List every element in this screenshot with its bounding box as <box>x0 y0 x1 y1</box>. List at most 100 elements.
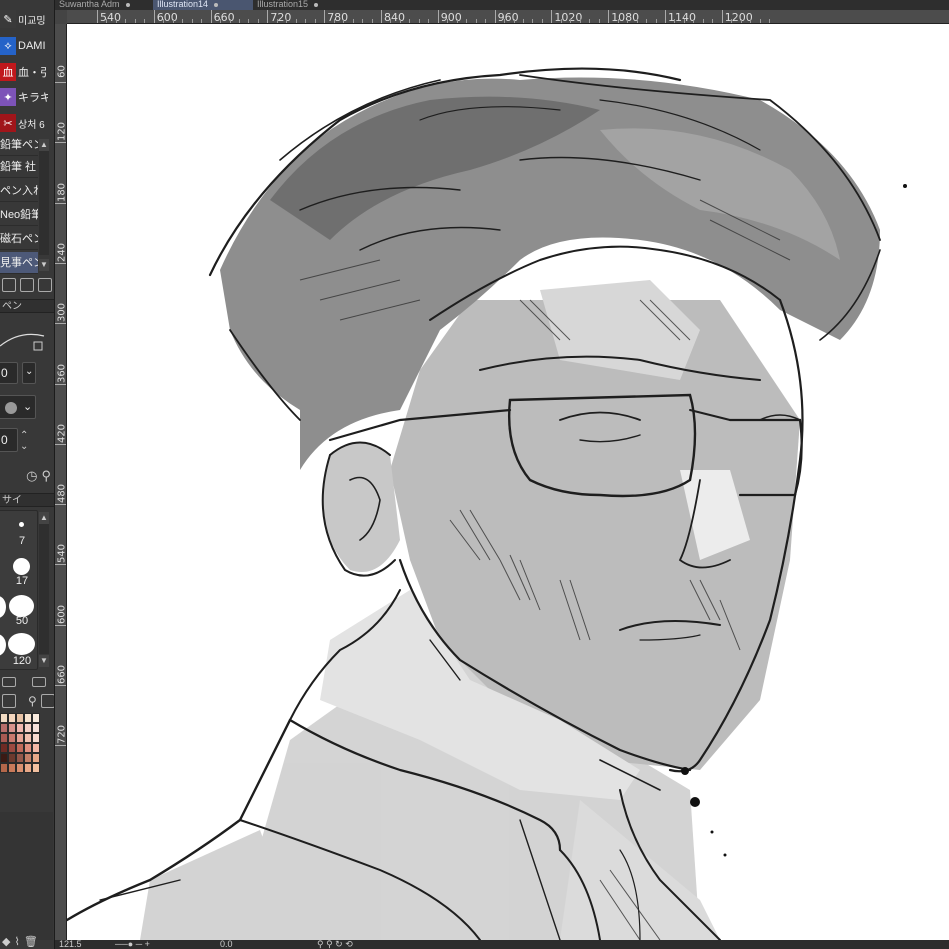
zoom-slider[interactable]: ──● ─ + <box>115 940 150 949</box>
fill-icon[interactable]: ◆ <box>2 935 10 948</box>
ruler-minor-tick <box>144 19 146 23</box>
palette-swatch[interactable] <box>16 743 24 753</box>
subtool-item-3[interactable]: ✦ キラキ <box>0 86 48 108</box>
size-preset-dot[interactable] <box>19 522 24 527</box>
document-tabbar: Suwantha Adm Illustration14 Illustration… <box>55 0 949 10</box>
ruler-tick <box>665 10 666 23</box>
palette-swatch[interactable] <box>24 713 32 723</box>
close-icon[interactable] <box>314 2 319 7</box>
brush-item-5[interactable]: 見事ペン <box>0 252 38 274</box>
palette-swatch[interactable] <box>24 763 32 773</box>
size-scrollbar[interactable] <box>39 524 49 654</box>
brush-item-4[interactable]: 磁石ペン <box>0 228 38 250</box>
tab-1[interactable]: Illustration14 <box>153 0 253 10</box>
ruler-tick <box>608 10 610 23</box>
palette-swatch[interactable] <box>0 743 8 753</box>
brush-scroll-down[interactable]: ▼ <box>39 259 49 271</box>
brush-scrollbar[interactable] <box>39 151 49 255</box>
subtool-item-2[interactable]: 血 血・引 <box>0 61 48 83</box>
wrench-icon[interactable]: ⚲ <box>28 694 37 708</box>
palette-swatch[interactable] <box>16 713 24 723</box>
color-tab-icon[interactable] <box>32 677 46 687</box>
zoom-readout[interactable]: 121.5 <box>59 940 82 949</box>
tab-2[interactable]: Illustration15 <box>253 0 353 10</box>
ruler-horizontal[interactable]: 540 600 660 720 780 840 900 960 1020 1080 1140 1200 <box>67 10 949 24</box>
subtool-item-4[interactable]: ✂ 상처 6 <box>0 112 48 134</box>
palette-swatch[interactable] <box>32 763 40 773</box>
duplicate-brush-icon[interactable] <box>20 278 34 292</box>
ruler-vertical[interactable]: 60 120 180 240 300 360 420 480 540 600 660 720 <box>55 24 67 940</box>
brush-item-3[interactable]: Neo鉛筆 <box>0 204 38 226</box>
palette-swatch[interactable] <box>0 763 8 773</box>
palette-swatch[interactable] <box>32 753 40 763</box>
palette-swatch[interactable] <box>0 713 8 723</box>
trash-icon[interactable] <box>38 278 52 292</box>
palette-swatch[interactable] <box>32 733 40 743</box>
palette-swatch[interactable] <box>24 753 32 763</box>
palette-swatch[interactable] <box>32 743 40 753</box>
ruler-minor-tick <box>636 19 638 23</box>
trash-icon[interactable]: 🗑 <box>24 935 38 948</box>
ruler-minor-tick <box>532 19 534 23</box>
ruler-minor-tick <box>390 19 392 23</box>
new-brush-icon[interactable] <box>2 278 16 292</box>
brush-scroll-up[interactable]: ▲ <box>39 139 49 151</box>
size-preset-dot[interactable] <box>9 595 34 617</box>
palette-swatch[interactable] <box>8 743 16 753</box>
palette-swatch[interactable] <box>16 753 24 763</box>
import-icon[interactable] <box>40 694 54 708</box>
size-preset-dot[interactable] <box>13 558 30 575</box>
ruler-tick <box>551 10 553 23</box>
tool-property-tab[interactable]: ペン <box>0 299 54 313</box>
palette-swatch[interactable] <box>24 743 32 753</box>
palette-swatch[interactable] <box>16 733 24 743</box>
eyedropper-icon[interactable]: ⌇ <box>14 935 19 948</box>
ruler-minor-tick <box>134 19 136 23</box>
subtool-item-1[interactable]: ⟡ DAMI <box>0 35 48 57</box>
blood-icon: 血 <box>0 63 16 81</box>
brush-size-tab[interactable]: サイ <box>0 493 54 507</box>
palette-swatch[interactable] <box>32 713 40 723</box>
drawing-canvas[interactable] <box>67 24 949 940</box>
palette-swatch[interactable] <box>8 713 16 723</box>
size-preset-dot[interactable] <box>8 633 35 655</box>
opacity-field[interactable]: 0 <box>0 428 18 452</box>
palette-swatch[interactable] <box>16 723 24 733</box>
palette-swatch[interactable] <box>8 763 16 773</box>
rotation-readout[interactable]: 0.0 <box>220 940 233 949</box>
subtool-item-0[interactable]: ✎ 미교밍 <box>0 8 48 30</box>
palette-swatch[interactable] <box>8 733 16 743</box>
color-tab-icon[interactable] <box>2 677 16 687</box>
palette-swatch[interactable] <box>0 733 8 743</box>
brush-label: 見事ペン <box>0 257 38 269</box>
wrench-icon[interactable]: ⚲ <box>41 468 51 484</box>
size-scroll-down[interactable]: ▼ <box>39 655 49 667</box>
palette-swatch[interactable] <box>0 723 8 733</box>
close-icon[interactable] <box>214 2 219 7</box>
close-icon[interactable] <box>125 2 130 7</box>
brush-item-1[interactable]: 鉛筆 社 <box>0 156 38 178</box>
brush-size-dropdown[interactable]: ⌄ <box>22 362 36 384</box>
size-scroll-up[interactable]: ▲ <box>39 512 49 524</box>
sketch-artwork <box>67 67 907 940</box>
chevron-down-icon[interactable] <box>2 694 16 708</box>
chevron-down-icon: ⌄ <box>25 366 34 377</box>
palette-swatch[interactable] <box>16 763 24 773</box>
palette-swatch[interactable] <box>24 723 32 733</box>
view-controls-icon[interactable]: ⚲ ⚲ ↻ ⟲ <box>317 940 353 949</box>
ruler-corner <box>55 10 67 24</box>
palette-swatch[interactable] <box>24 733 32 743</box>
brush-item-0[interactable]: 鉛筆ペン <box>0 134 38 156</box>
brush-size-field[interactable]: 0 <box>0 362 18 384</box>
palette-swatch[interactable] <box>0 753 8 763</box>
brush-item-2[interactable]: ペン入れ <box>0 180 38 202</box>
palette-swatch[interactable] <box>32 723 40 733</box>
clock-icon[interactable]: ◷ <box>26 468 37 484</box>
palette-swatch[interactable] <box>8 753 16 763</box>
stepper-icon[interactable]: ⌃ ⌄ <box>20 430 28 452</box>
brush-label: 磁石ペン <box>0 233 38 245</box>
ruler-minor-tick <box>343 19 345 23</box>
tab-0[interactable]: Suwantha Adm <box>55 0 153 10</box>
palette-swatch[interactable] <box>8 723 16 733</box>
brush-shape-select[interactable]: ⌄ <box>0 395 36 419</box>
